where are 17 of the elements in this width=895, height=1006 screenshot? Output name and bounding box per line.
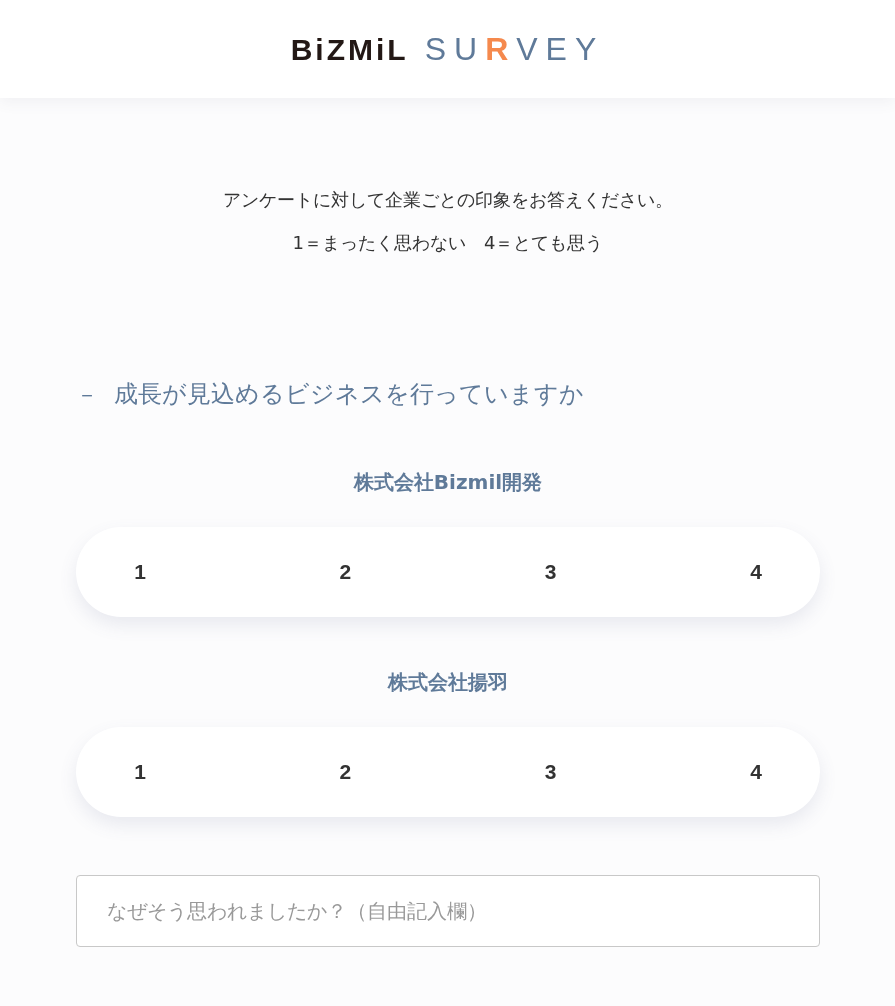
rating-option[interactable]: 1 — [128, 556, 152, 588]
brand-logo: BiZMiL — [290, 31, 409, 68]
company-name: 株式会社揚羽 — [386, 669, 509, 696]
collapse-toggle[interactable]: － — [76, 377, 114, 411]
rating-option[interactable]: 1 — [128, 756, 152, 788]
question-title: 成長が見込めるビジネスを行っていますか — [114, 379, 584, 410]
rating-option[interactable]: 3 — [538, 756, 563, 788]
intro-text: アンケートに対して企業ごとの印象をお答えください。 — [222, 188, 674, 212]
rating-option[interactable]: 4 — [744, 756, 768, 788]
company-name: 株式会社Bizmil開発 — [352, 469, 544, 496]
rating-option[interactable]: 4 — [744, 556, 768, 588]
product-logo: SU R VEY — [424, 30, 605, 69]
rating-option[interactable]: 3 — [538, 556, 563, 588]
comment-field[interactable]: なぜそう思われましたか？（自由記入欄） — [76, 875, 820, 947]
intro-text: 1＝まったく思わない 4＝とても思う — [291, 231, 605, 255]
rating-option[interactable]: 2 — [333, 556, 358, 588]
rating-option[interactable]: 2 — [333, 756, 358, 788]
